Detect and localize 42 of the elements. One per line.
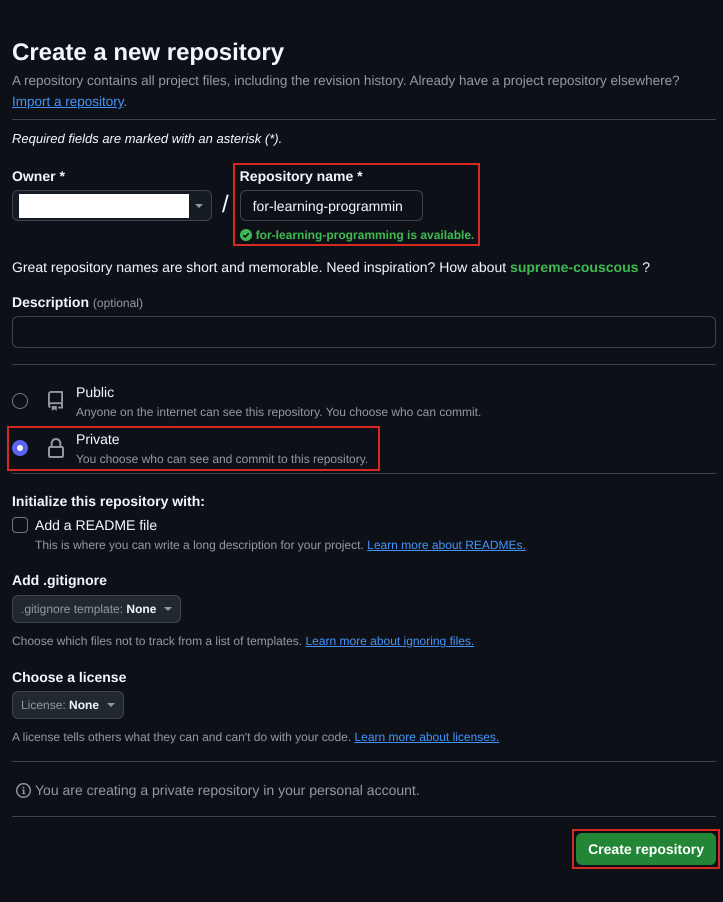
info-icon bbox=[16, 782, 31, 798]
visibility-description: Anyone on the internet can see this repository. You choose who can commit. bbox=[76, 404, 482, 420]
intro-text: A repository contains all project files, including the revision history. Already have a project repository elsewhere? Import a repository. bbox=[12, 72, 681, 111]
repo-name-input[interactable]: for-learning-programmin bbox=[240, 190, 423, 221]
suggestion-link[interactable]: supreme-couscous bbox=[510, 259, 638, 275]
required-note: Required fields are marked with an asterisk (*). bbox=[12, 131, 282, 147]
help-link[interactable]: Learn more about licenses. bbox=[354, 730, 500, 744]
page-title: Create a new repository bbox=[12, 38, 284, 68]
availability-text: for-learning-programming is available. bbox=[256, 227, 474, 243]
license-select[interactable]: License: None bbox=[12, 691, 124, 719]
readme-description: This is where you can write a long description for your project. Learn more about READMEs. bbox=[35, 537, 526, 553]
visibility-description: You choose who can see and commit to this repository. bbox=[76, 451, 368, 467]
owner-select[interactable] bbox=[12, 190, 212, 221]
radio-button[interactable] bbox=[12, 393, 28, 409]
section-heading: Initialize this repository with: bbox=[12, 492, 205, 511]
notice-text: You are creating a private repository in your personal account. bbox=[35, 781, 420, 800]
caret-icon bbox=[195, 204, 203, 208]
readme-label: Add a README file bbox=[35, 516, 158, 535]
description-input[interactable] bbox=[12, 316, 716, 348]
name-hint: Great repository names are short and memorable. Need inspiration? How about supreme-couscous ? bbox=[12, 258, 650, 277]
path-separator: / bbox=[222, 191, 229, 219]
section-heading: Add .gitignore bbox=[12, 571, 107, 590]
lock-icon bbox=[48, 438, 64, 458]
section-heading: Choose a license bbox=[12, 668, 126, 687]
check-circle-icon bbox=[240, 229, 252, 241]
gitignore-select[interactable]: .gitignore template: None bbox=[12, 595, 182, 623]
import-link[interactable]: Import a repository bbox=[12, 94, 124, 109]
create-repository-button[interactable]: Create repository bbox=[576, 833, 716, 865]
description-label: Description (optional) bbox=[12, 293, 143, 312]
caret-icon bbox=[107, 703, 116, 707]
help-link[interactable]: Learn more about READMEs. bbox=[367, 538, 526, 552]
repo-name-label: Repository name * bbox=[240, 168, 363, 184]
owner-label: Owner * bbox=[12, 168, 65, 184]
help-link[interactable]: Learn more about ignoring files. bbox=[305, 634, 474, 648]
visibility-label: Private bbox=[76, 430, 120, 449]
radio-button[interactable] bbox=[12, 440, 28, 456]
gitignore-help: Choose which files not to track from a list of templates. Learn more about ignoring files. bbox=[12, 633, 474, 649]
caret-icon bbox=[164, 607, 172, 611]
visibility-label: Public bbox=[76, 383, 114, 402]
checkbox[interactable] bbox=[12, 517, 28, 533]
license-help: A license tells others what they can and can't do with your code. Learn more about licenses. bbox=[12, 729, 500, 745]
book-icon bbox=[48, 391, 63, 411]
